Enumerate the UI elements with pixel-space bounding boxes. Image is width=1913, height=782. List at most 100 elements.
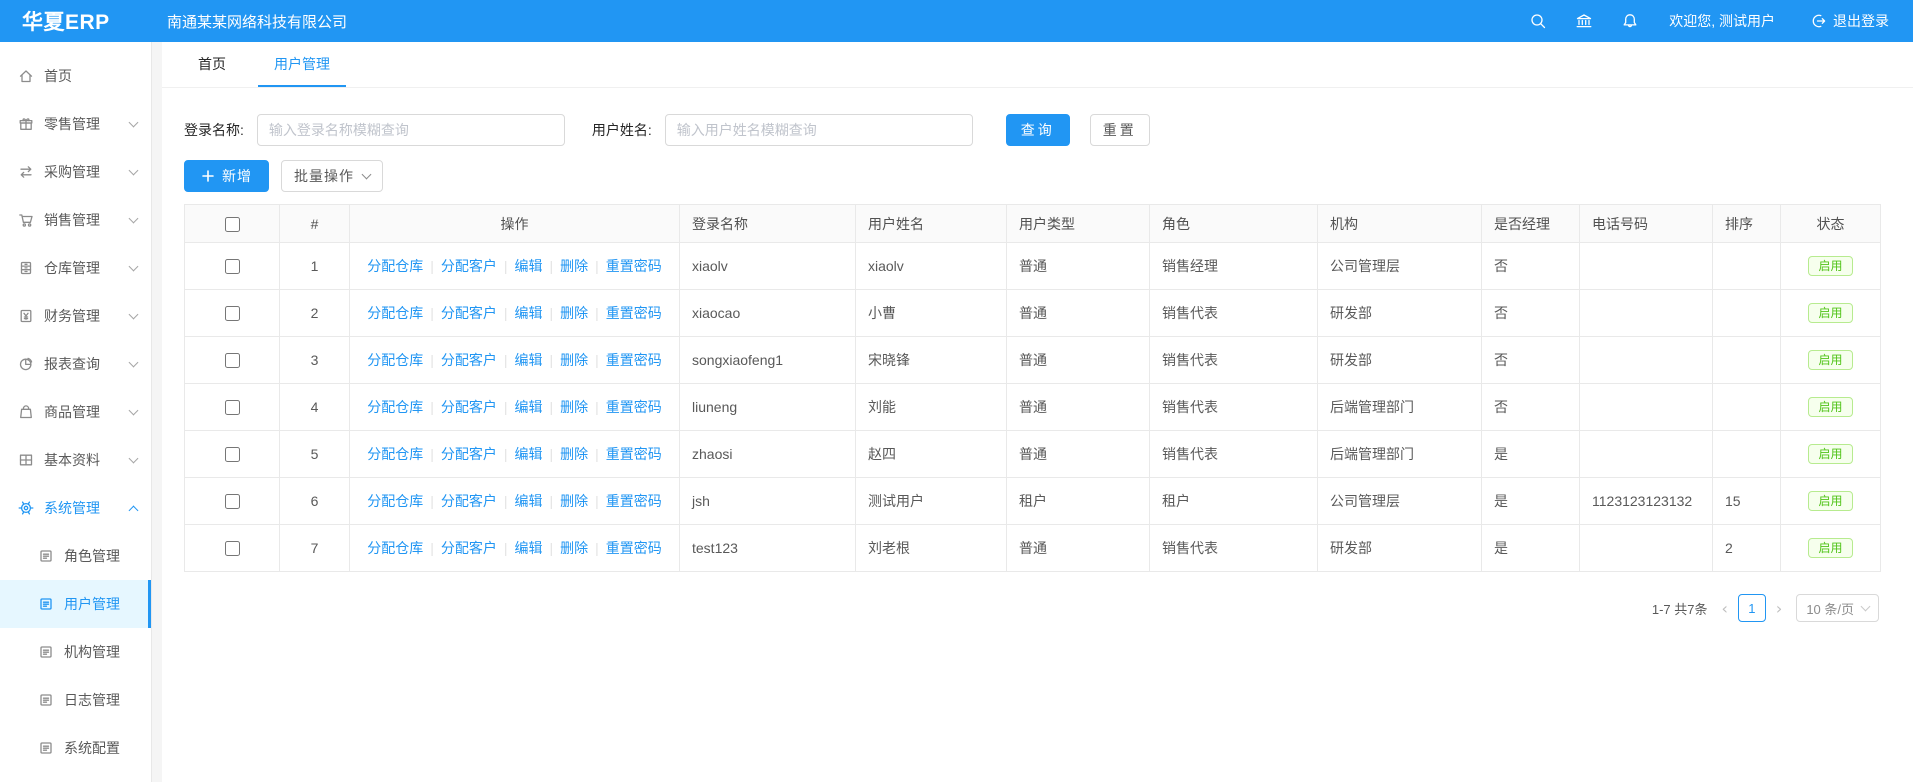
row-checkbox[interactable] — [225, 306, 240, 321]
edit-link[interactable]: 编辑 — [515, 540, 543, 556]
reset-password-link[interactable]: 重置密码 — [606, 399, 662, 415]
page-size-value: 10 条/页 — [1806, 599, 1854, 618]
assign-warehouse-link[interactable]: 分配仓库 — [367, 446, 423, 462]
sidebar-item-label: 机构管理 — [64, 642, 120, 662]
sidebar-item-home[interactable]: 首页 — [0, 52, 151, 100]
table-row: 1分配仓库|分配客户|编辑|删除|重置密码xiaolvxiaolv普通销售经理公… — [185, 243, 1881, 290]
bell-icon[interactable] — [1621, 12, 1639, 30]
action-separator: | — [504, 446, 508, 462]
assign-customer-link[interactable]: 分配客户 — [441, 540, 497, 556]
edit-link[interactable]: 编辑 — [515, 305, 543, 321]
sidebar-item-retail[interactable]: 零售管理 — [0, 100, 151, 148]
bank-icon[interactable] — [1575, 12, 1593, 30]
logout-label: 退出登录 — [1833, 11, 1889, 31]
edit-link[interactable]: 编辑 — [515, 399, 543, 415]
delete-link[interactable]: 删除 — [560, 352, 588, 368]
sidebar-item-goods[interactable]: 商品管理 — [0, 388, 151, 436]
next-page-button[interactable]: › — [1770, 599, 1788, 618]
row-checkbox[interactable] — [225, 259, 240, 274]
assign-warehouse-link[interactable]: 分配仓库 — [367, 352, 423, 368]
delete-link[interactable]: 删除 — [560, 305, 588, 321]
cell-phone — [1580, 243, 1713, 290]
reset-button[interactable]: 重置 — [1090, 114, 1150, 146]
reset-password-link[interactable]: 重置密码 — [606, 540, 662, 556]
login-name-input[interactable] — [257, 114, 565, 146]
assign-customer-link[interactable]: 分配客户 — [441, 352, 497, 368]
page-size-select[interactable]: 10 条/页 — [1796, 594, 1879, 622]
cell-actions: 分配仓库|分配客户|编辑|删除|重置密码 — [350, 525, 680, 572]
cell-role: 销售代表 — [1150, 290, 1318, 337]
tab-user-management[interactable]: 用户管理 — [258, 42, 346, 87]
row-checkbox[interactable] — [225, 494, 240, 509]
row-checkbox[interactable] — [225, 353, 240, 368]
cell-index: 7 — [280, 525, 350, 572]
sidebar-item-label: 系统管理 — [44, 498, 100, 518]
assign-customer-link[interactable]: 分配客户 — [441, 399, 497, 415]
row-checkbox[interactable] — [225, 447, 240, 462]
chevron-down-icon — [1861, 602, 1871, 612]
row-checkbox[interactable] — [225, 400, 240, 415]
delete-link[interactable]: 删除 — [560, 493, 588, 509]
reset-password-link[interactable]: 重置密码 — [606, 305, 662, 321]
reset-password-link[interactable]: 重置密码 — [606, 446, 662, 462]
assign-warehouse-link[interactable]: 分配仓库 — [367, 399, 423, 415]
delete-link[interactable]: 删除 — [560, 399, 588, 415]
assign-customer-link[interactable]: 分配客户 — [441, 258, 497, 274]
delete-link[interactable]: 删除 — [560, 258, 588, 274]
action-separator: | — [595, 540, 599, 556]
table-row: 5分配仓库|分配客户|编辑|删除|重置密码zhaosi赵四普通销售代表后端管理部… — [185, 431, 1881, 478]
header-checkbox-cell — [185, 205, 280, 243]
cell-organization: 公司管理层 — [1318, 478, 1482, 525]
reset-password-link[interactable]: 重置密码 — [606, 258, 662, 274]
reset-password-link[interactable]: 重置密码 — [606, 352, 662, 368]
row-checkbox[interactable] — [225, 541, 240, 556]
assign-warehouse-link[interactable]: 分配仓库 — [367, 493, 423, 509]
add-button[interactable]: 新增 — [184, 160, 269, 192]
sidebar-subitem-users[interactable]: 用户管理 — [0, 580, 151, 628]
cell-index: 5 — [280, 431, 350, 478]
assign-customer-link[interactable]: 分配客户 — [441, 305, 497, 321]
reset-password-link[interactable]: 重置密码 — [606, 493, 662, 509]
sidebar-item-sales[interactable]: 销售管理 — [0, 196, 151, 244]
assign-warehouse-link[interactable]: 分配仓库 — [367, 258, 423, 274]
search-icon[interactable] — [1529, 12, 1547, 30]
page-1-button[interactable]: 1 — [1738, 594, 1766, 622]
sidebar-subitem-config[interactable]: 系统配置 — [0, 724, 151, 772]
delete-link[interactable]: 删除 — [560, 446, 588, 462]
batch-actions-button[interactable]: 批量操作 — [281, 160, 383, 192]
assign-customer-link[interactable]: 分配客户 — [441, 446, 497, 462]
sidebar-item-finance[interactable]: 财务管理 — [0, 292, 151, 340]
cell-login-name: zhaosi — [680, 431, 856, 478]
query-button[interactable]: 查询 — [1006, 114, 1070, 146]
cell-status: 启用 — [1781, 290, 1881, 337]
edit-link[interactable]: 编辑 — [515, 446, 543, 462]
assign-customer-link[interactable]: 分配客户 — [441, 493, 497, 509]
assign-warehouse-link[interactable]: 分配仓库 — [367, 305, 423, 321]
sidebar-subitem-orgs[interactable]: 机构管理 — [0, 628, 151, 676]
sidebar-item-basic-data[interactable]: 基本资料 — [0, 436, 151, 484]
sidebar-scroll-gutter[interactable] — [152, 42, 162, 782]
table-row: 4分配仓库|分配客户|编辑|删除|重置密码liuneng刘能普通销售代表后端管理… — [185, 384, 1881, 431]
prev-page-button[interactable]: ‹ — [1716, 599, 1734, 618]
cell-phone — [1580, 337, 1713, 384]
action-separator: | — [550, 305, 554, 321]
sidebar-item-warehouse[interactable]: 仓库管理 — [0, 244, 151, 292]
column-role: 角色 — [1150, 205, 1318, 243]
select-all-checkbox[interactable] — [225, 217, 240, 232]
action-separator: | — [550, 258, 554, 274]
cell-checkbox — [185, 478, 280, 525]
edit-link[interactable]: 编辑 — [515, 258, 543, 274]
edit-link[interactable]: 编辑 — [515, 493, 543, 509]
user-name-input[interactable] — [665, 114, 973, 146]
sidebar-subitem-roles[interactable]: 角色管理 — [0, 532, 151, 580]
assign-warehouse-link[interactable]: 分配仓库 — [367, 540, 423, 556]
cell-sort: 15 — [1713, 478, 1781, 525]
sidebar-subitem-logs[interactable]: 日志管理 — [0, 676, 151, 724]
delete-link[interactable]: 删除 — [560, 540, 588, 556]
sidebar-item-purchase[interactable]: 采购管理 — [0, 148, 151, 196]
logout-button[interactable]: 退出登录 — [1809, 11, 1889, 31]
sidebar-item-reports[interactable]: 报表查询 — [0, 340, 151, 388]
edit-link[interactable]: 编辑 — [515, 352, 543, 368]
tab-home[interactable]: 首页 — [182, 42, 242, 87]
sidebar-item-system[interactable]: 系统管理 — [0, 484, 151, 532]
